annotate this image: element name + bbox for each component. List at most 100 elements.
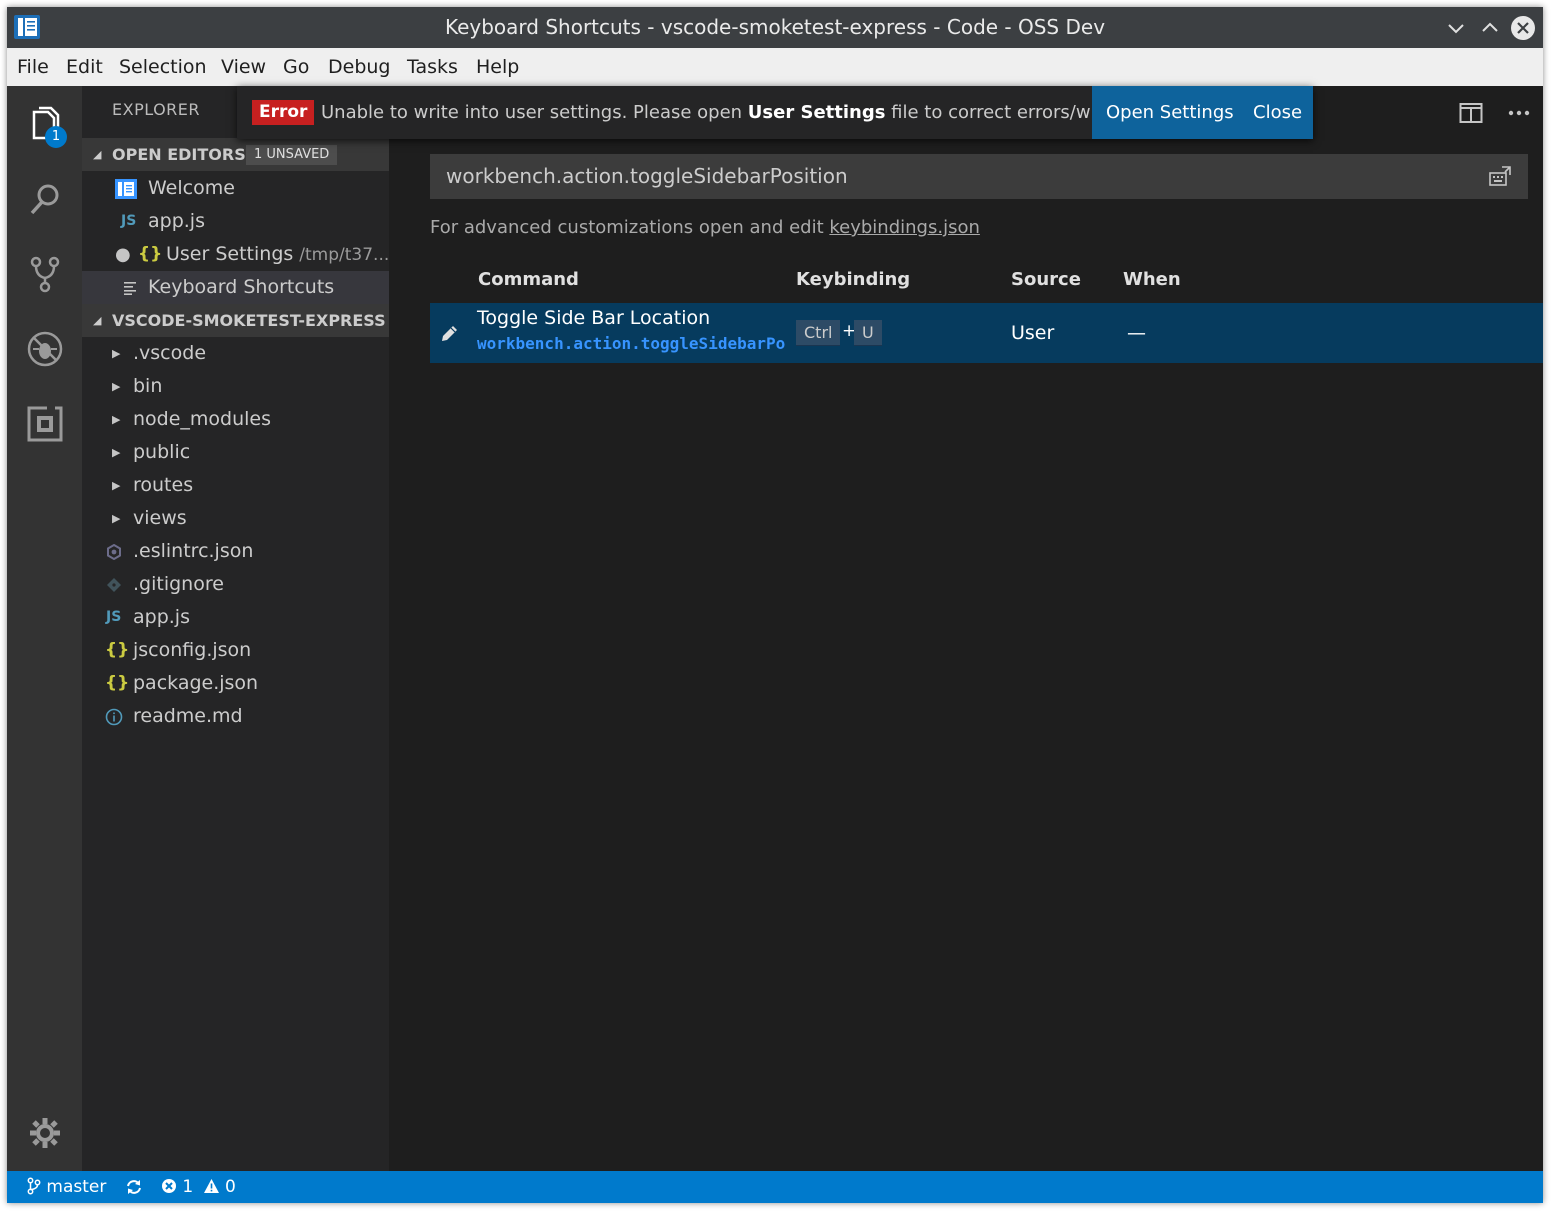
js-file-icon: JS xyxy=(121,213,137,229)
source-control-icon[interactable] xyxy=(25,254,65,294)
menu-go[interactable]: Go xyxy=(283,48,309,86)
menu-help[interactable]: Help xyxy=(476,48,519,86)
json-file-icon: {} xyxy=(138,244,163,264)
keybindings-json-link[interactable]: keybindings.json xyxy=(829,217,980,238)
when-value: — xyxy=(1127,322,1146,344)
file-readme[interactable]: readme.md xyxy=(82,700,389,733)
open-editor-label: Keyboard Shortcuts xyxy=(148,276,335,298)
folder-label: bin xyxy=(133,375,163,397)
more-actions-icon[interactable] xyxy=(1507,102,1531,124)
minimize-icon[interactable] xyxy=(1443,15,1469,41)
file-label: .eslintrc.json xyxy=(133,540,254,562)
folder-routes[interactable]: ▶ routes xyxy=(82,469,389,502)
chevron-right-icon: ▶ xyxy=(112,479,121,492)
edit-pencil-icon[interactable] xyxy=(440,323,460,343)
chevron-right-icon: ▶ xyxy=(112,380,121,393)
error-notification: Error Unable to write into user settings… xyxy=(237,86,1313,139)
vscode-window: Keyboard Shortcuts - vscode-smoketest-ex… xyxy=(7,7,1543,1203)
open-editor-welcome[interactable]: Welcome xyxy=(82,172,389,205)
js-file-icon: JS xyxy=(106,609,122,625)
keybindings-search-input[interactable]: workbench.action.toggleSidebarPosition xyxy=(430,154,1528,199)
explorer-badge: 1 xyxy=(45,126,67,148)
debug-icon[interactable] xyxy=(25,329,65,369)
chevron-right-icon: ▶ xyxy=(112,413,121,426)
warning-count: 0 xyxy=(225,1177,236,1197)
keybinding-row[interactable]: Toggle Side Bar Location workbench.actio… xyxy=(430,303,1543,363)
open-editors-title: OPEN EDITORS xyxy=(112,145,246,164)
file-label: jsconfig.json xyxy=(133,639,252,661)
folder-bin[interactable]: ▶ bin xyxy=(82,370,389,403)
file-label: app.js xyxy=(133,606,190,628)
welcome-icon xyxy=(115,179,137,199)
key-u: U xyxy=(854,320,882,346)
error-badge: Error xyxy=(252,100,315,125)
chevron-right-icon: ▶ xyxy=(112,512,121,525)
folder-label: public xyxy=(133,441,191,463)
folder-public[interactable]: ▶ public xyxy=(82,436,389,469)
file-label: package.json xyxy=(133,672,259,694)
folder-node-modules[interactable]: ▶ node_modules xyxy=(82,403,389,436)
json-file-icon: {} xyxy=(105,640,130,660)
advanced-text: For advanced customizations open and edi… xyxy=(430,217,830,238)
column-header-source[interactable]: Source xyxy=(1011,269,1081,290)
file-package-json[interactable]: {} package.json xyxy=(82,667,389,700)
sidebar-title: EXPLORER xyxy=(112,100,200,119)
chevron-right-icon: ▶ xyxy=(112,347,121,360)
sync-icon[interactable] xyxy=(125,1178,143,1196)
project-title: VSCODE-SMOKETEST-EXPRESS xyxy=(112,311,386,330)
error-icon xyxy=(162,1179,176,1193)
open-editor-label: app.js xyxy=(148,210,205,232)
command-label: Toggle Side Bar Location xyxy=(477,307,711,329)
title-bar: Keyboard Shortcuts - vscode-smoketest-ex… xyxy=(7,7,1543,48)
menu-selection[interactable]: Selection xyxy=(119,48,207,86)
project-folder-header[interactable]: ◢ VSCODE-SMOKETEST-EXPRESS xyxy=(82,304,389,337)
error-count: 1 xyxy=(182,1177,194,1197)
notification-actions: Open Settings Close xyxy=(1092,86,1313,139)
search-value: workbench.action.toggleSidebarPosition xyxy=(446,164,848,188)
branch-name: master xyxy=(46,1177,107,1197)
menu-edit[interactable]: Edit xyxy=(66,48,103,86)
problems-item[interactable]: 1 0 xyxy=(161,1171,236,1203)
folder-views[interactable]: ▶ views xyxy=(82,502,389,535)
open-editors-header[interactable]: ◢ OPEN EDITORS 1 UNSAVED xyxy=(82,138,389,171)
collapse-triangle-icon: ◢ xyxy=(93,148,102,161)
message-bold: User Settings xyxy=(747,102,886,123)
column-header-keybinding[interactable]: Keybinding xyxy=(796,269,910,290)
maximize-icon[interactable] xyxy=(1477,15,1503,41)
open-editor-keyboard-shortcuts[interactable]: Keyboard Shortcuts xyxy=(82,271,389,304)
notification-message: Unable to write into user settings. Plea… xyxy=(321,86,1091,139)
git-branch-item[interactable]: master xyxy=(27,1171,106,1203)
activity-bar: 1 xyxy=(7,86,82,1171)
command-id: workbench.action.toggleSidebarPosition xyxy=(477,334,786,353)
extensions-icon[interactable] xyxy=(25,404,65,444)
file-gitignore[interactable]: .gitignore xyxy=(82,568,389,601)
folder-vscode[interactable]: ▶ .vscode xyxy=(82,337,389,370)
window-title: Keyboard Shortcuts - vscode-smoketest-ex… xyxy=(444,15,1106,39)
source-value: User xyxy=(1011,322,1055,344)
open-editor-app-js[interactable]: JS app.js xyxy=(82,205,389,238)
menu-file[interactable]: File xyxy=(17,48,49,86)
split-editor-icon[interactable] xyxy=(1459,102,1483,124)
folder-label: views xyxy=(133,507,187,529)
open-settings-button[interactable]: Open Settings xyxy=(1106,86,1234,139)
close-notification-button[interactable]: Close xyxy=(1253,86,1302,139)
folder-label: .vscode xyxy=(133,342,207,364)
menu-view[interactable]: View xyxy=(221,48,266,86)
search-icon[interactable] xyxy=(25,179,65,219)
column-header-when[interactable]: When xyxy=(1123,269,1181,290)
file-eslintrc[interactable]: .eslintrc.json xyxy=(82,535,389,568)
menu-debug[interactable]: Debug xyxy=(328,48,390,86)
file-app-js[interactable]: JS app.js xyxy=(82,601,389,634)
record-keys-icon[interactable] xyxy=(1488,165,1514,189)
column-header-command[interactable]: Command xyxy=(478,269,579,290)
dirty-dot-icon[interactable]: ● xyxy=(115,238,131,271)
menu-tasks[interactable]: Tasks xyxy=(407,48,458,86)
open-editor-user-settings[interactable]: ● {} User Settings/tmp/t37... xyxy=(82,238,389,271)
collapse-triangle-icon: ◢ xyxy=(93,314,102,327)
file-jsconfig[interactable]: {} jsconfig.json xyxy=(82,634,389,667)
gear-icon[interactable] xyxy=(25,1113,65,1153)
open-editor-label: Welcome xyxy=(148,177,235,199)
git-icon xyxy=(107,578,121,592)
menu-bar: File Edit Selection View Go Debug Tasks … xyxy=(7,48,1543,86)
close-window-icon[interactable] xyxy=(1510,15,1536,41)
